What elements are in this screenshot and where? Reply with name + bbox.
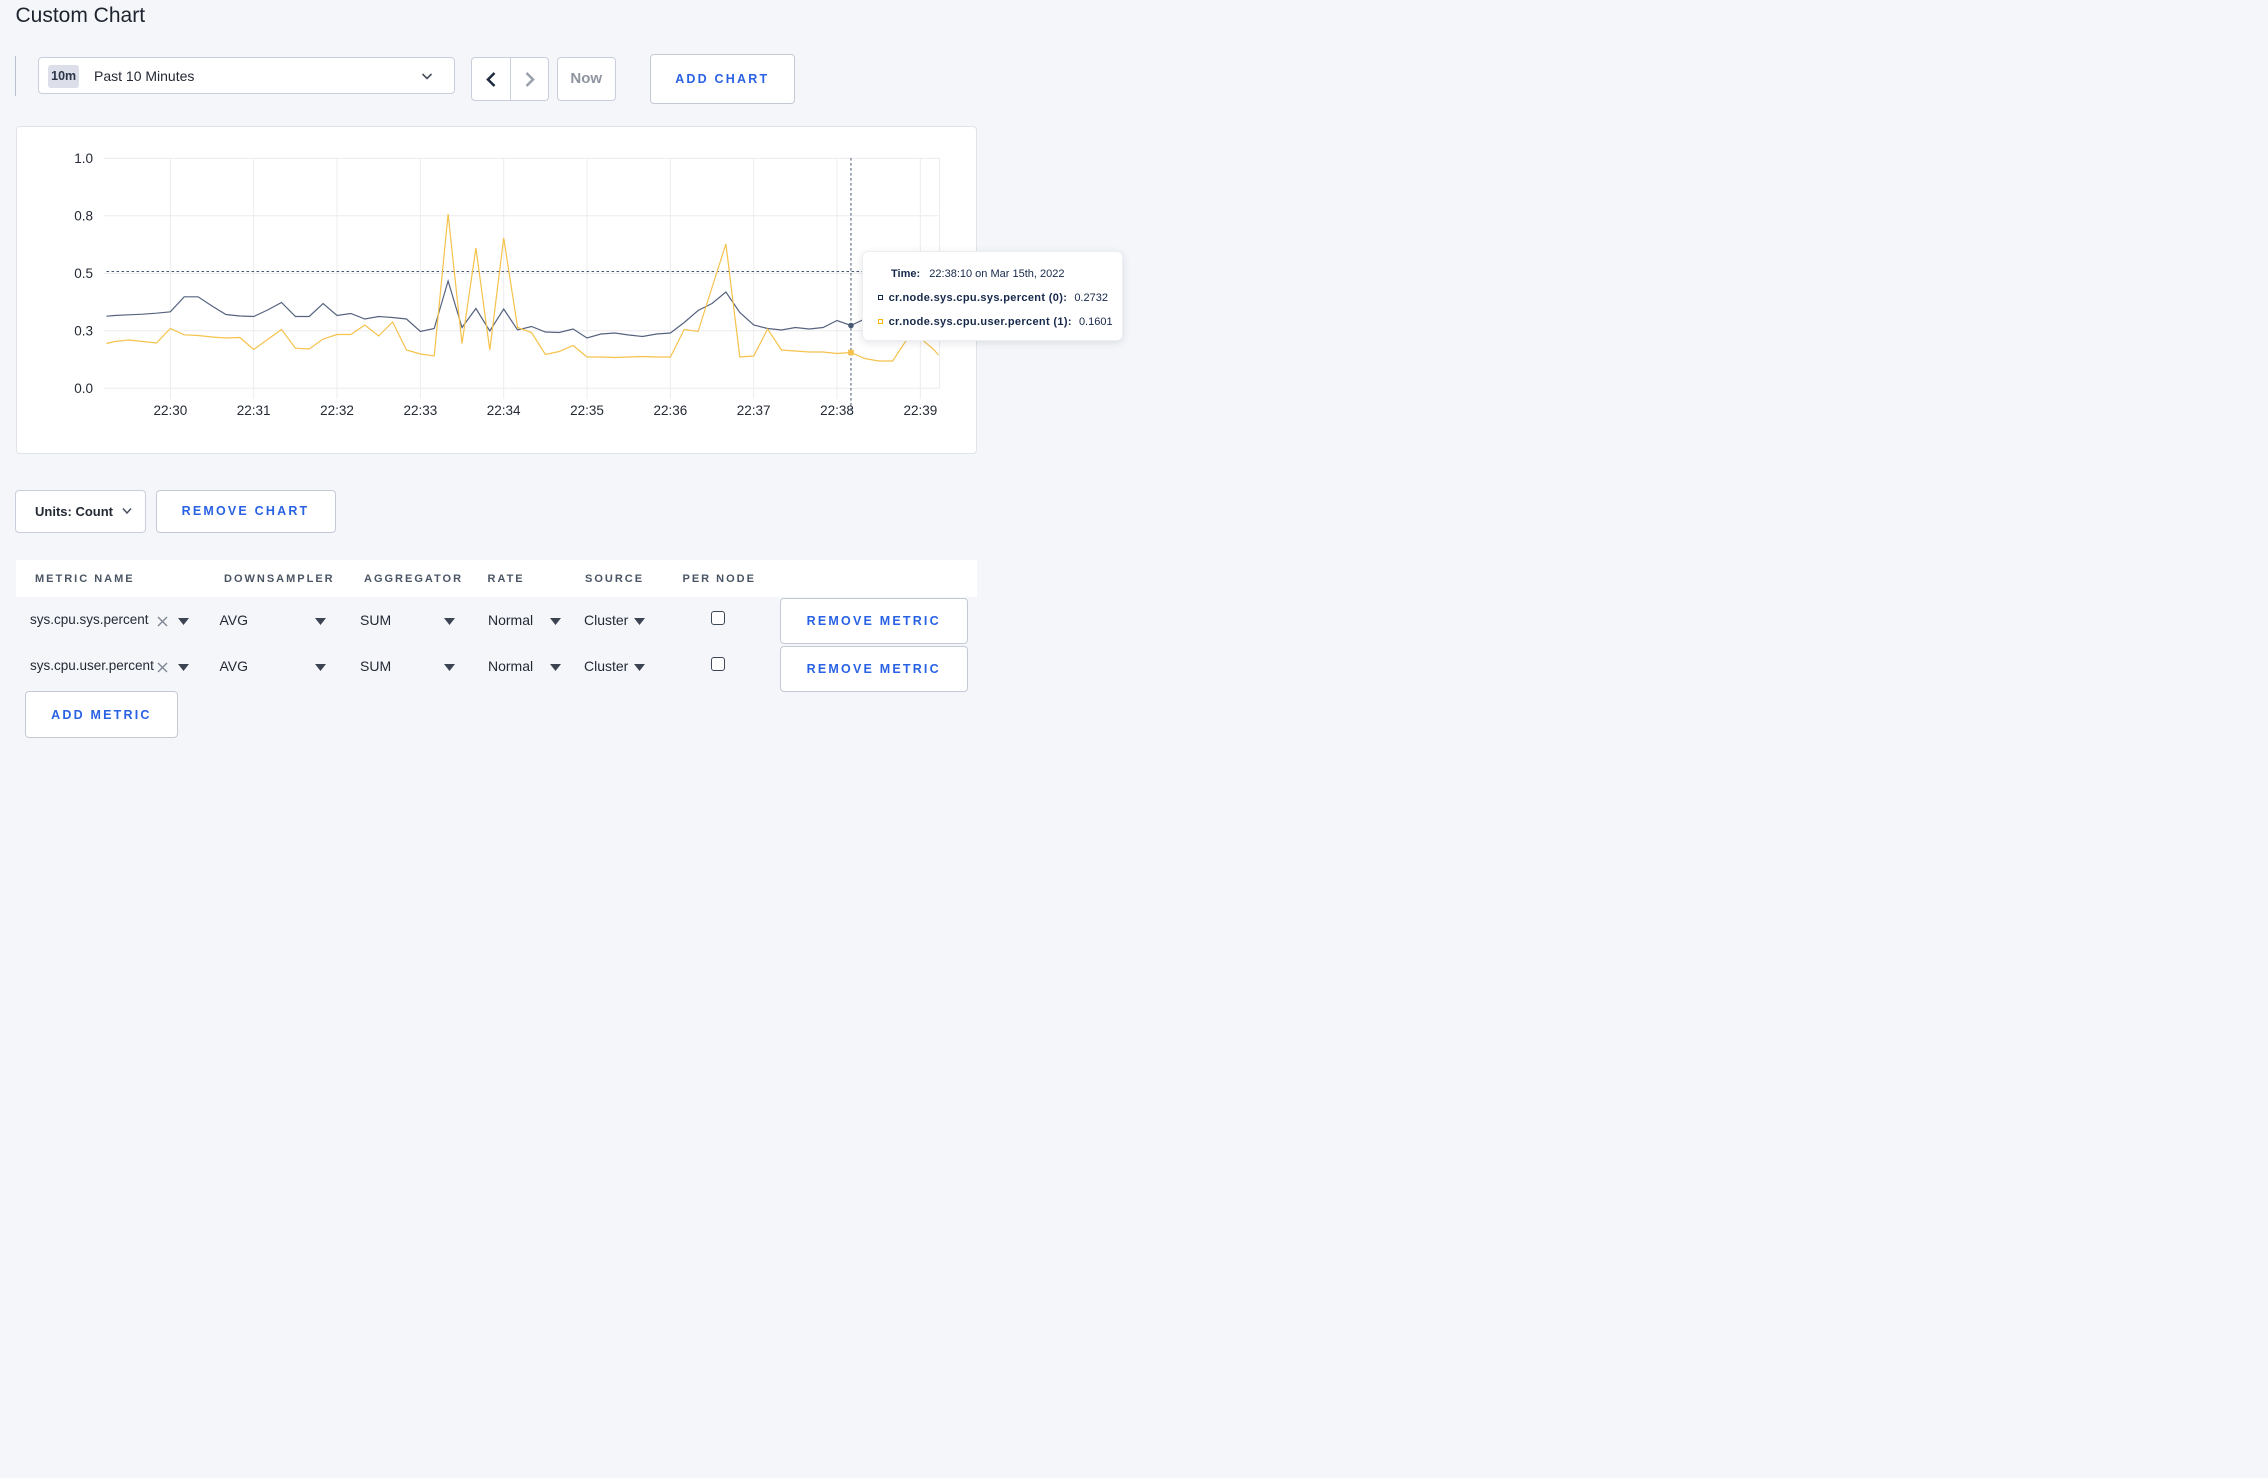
svg-text:22:34: 22:34	[486, 403, 520, 418]
svg-text:22:39: 22:39	[903, 403, 937, 418]
svg-text:22:33: 22:33	[403, 403, 437, 418]
svg-text:22:30: 22:30	[153, 403, 187, 418]
svg-text:22:35: 22:35	[570, 403, 604, 418]
svg-text:22:31: 22:31	[236, 403, 270, 418]
svg-text:22:37: 22:37	[736, 403, 770, 418]
svg-text:22:36: 22:36	[653, 403, 687, 418]
svg-text:0.3: 0.3	[74, 324, 93, 339]
svg-text:22:32: 22:32	[320, 403, 354, 418]
svg-text:22:38: 22:38	[820, 403, 854, 418]
svg-text:1.0: 1.0	[74, 151, 93, 166]
svg-text:0.5: 0.5	[74, 266, 93, 281]
svg-text:0.8: 0.8	[74, 209, 93, 224]
svg-text:0.0: 0.0	[74, 381, 93, 396]
